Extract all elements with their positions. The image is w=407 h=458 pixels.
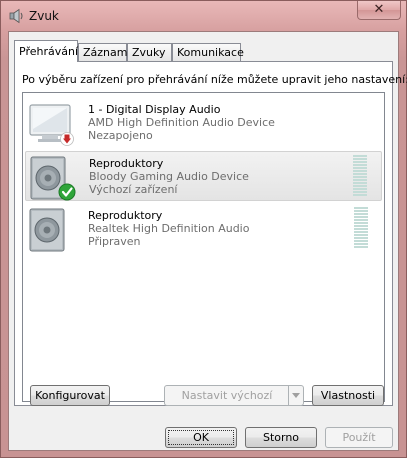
playback-tab-panel: Po výběru zařízení pro přehrávání níže m… bbox=[14, 61, 407, 406]
title-bar[interactable]: Zvuk ✕ bbox=[1, 1, 406, 31]
tab-label: Přehrávání bbox=[19, 45, 79, 58]
tab-label: Záznam bbox=[83, 46, 128, 59]
apply-button[interactable]: Použít bbox=[325, 427, 393, 448]
device-driver: Realtek High Definition Audio bbox=[88, 222, 250, 235]
configure-button[interactable]: Konfigurovat bbox=[30, 385, 110, 406]
tab-playback[interactable]: Přehrávání bbox=[14, 40, 78, 62]
default-check-badge-icon bbox=[58, 183, 76, 201]
close-button[interactable]: ✕ bbox=[357, 1, 401, 20]
sound-dialog-window: Zvuk ✕ Přehrávání Záznam Zvuky Komunikac… bbox=[0, 0, 407, 458]
set-default-button[interactable]: Nastavit výchozí bbox=[164, 385, 304, 406]
close-icon: ✕ bbox=[373, 2, 385, 17]
device-driver: AMD High Definition Audio Device bbox=[88, 116, 275, 129]
button-label: Konfigurovat bbox=[35, 389, 105, 402]
ok-button[interactable]: OK bbox=[165, 427, 237, 448]
tab-communications[interactable]: Komunikace bbox=[172, 43, 244, 61]
tab-sounds[interactable]: Zvuky bbox=[127, 43, 172, 61]
button-label: Vlastnosti bbox=[320, 389, 376, 402]
window-title: Zvuk bbox=[29, 9, 59, 23]
device-list[interactable]: 1 - Digital Display Audio AMD High Defin… bbox=[22, 92, 385, 402]
monitor-icon bbox=[29, 104, 74, 146]
device-name: 1 - Digital Display Audio bbox=[88, 103, 221, 116]
dialog-client-area: Přehrávání Záznam Zvuky Komunikace Po vý… bbox=[8, 31, 407, 451]
device-item-selected[interactable]: Reproduktory Bloody Gaming Audio Device … bbox=[25, 151, 382, 201]
device-status: Nezapojeno bbox=[88, 129, 153, 142]
set-default-dropdown[interactable] bbox=[288, 386, 303, 405]
tab-label: Komunikace bbox=[177, 46, 244, 59]
volume-meter bbox=[354, 207, 368, 249]
device-name: Reproduktory bbox=[88, 209, 163, 222]
button-label: Použít bbox=[342, 431, 376, 444]
properties-button[interactable]: Vlastnosti bbox=[312, 385, 384, 406]
button-label: Nastavit výchozí bbox=[181, 389, 273, 402]
instruction-text: Po výběru zařízení pro přehrávání níže m… bbox=[22, 73, 407, 86]
speaker-icon bbox=[29, 208, 65, 252]
speaker-icon bbox=[30, 156, 76, 201]
button-label: Storno bbox=[262, 431, 300, 444]
device-status: Výchozí zařízení bbox=[89, 183, 178, 196]
device-item[interactable]: Reproduktory Realtek High Definition Aud… bbox=[25, 204, 382, 254]
focus-ring bbox=[168, 430, 234, 445]
device-item[interactable]: 1 - Digital Display Audio AMD High Defin… bbox=[25, 98, 382, 148]
speaker-app-icon bbox=[9, 8, 23, 24]
device-status: Připraven bbox=[88, 235, 141, 248]
volume-meter bbox=[353, 155, 367, 197]
device-driver: Bloody Gaming Audio Device bbox=[89, 170, 249, 183]
chevron-down-icon bbox=[292, 393, 300, 398]
unplugged-badge-icon bbox=[60, 132, 74, 146]
device-name: Reproduktory bbox=[89, 157, 164, 170]
tab-label: Zvuky bbox=[132, 46, 166, 59]
tab-recording[interactable]: Záznam bbox=[78, 43, 127, 61]
cancel-button[interactable]: Storno bbox=[245, 427, 317, 448]
